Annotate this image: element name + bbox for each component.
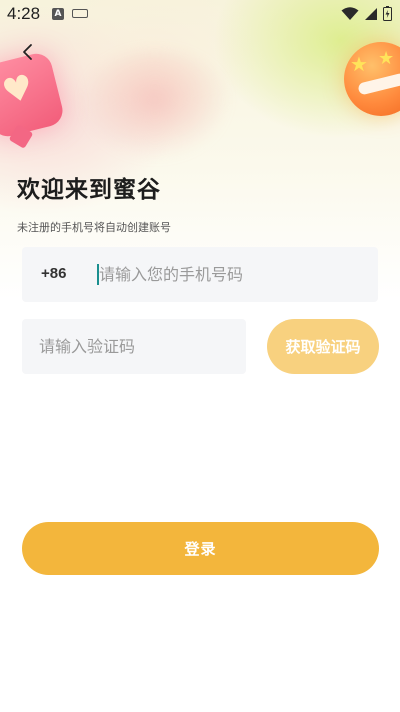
keyboard-icon	[72, 9, 88, 18]
decorative-blob	[80, 50, 230, 160]
phone-input[interactable]	[99, 257, 359, 291]
battery-charging-icon	[383, 6, 392, 21]
country-code[interactable]: +86	[41, 265, 66, 282]
verification-code-input[interactable]	[39, 329, 239, 363]
chevron-left-icon	[23, 44, 32, 60]
phone-field[interactable]: +86	[22, 247, 378, 302]
page-subtitle: 未注册的手机号将自动创建账号	[17, 221, 171, 234]
verification-code-field[interactable]	[22, 319, 246, 374]
wifi-icon	[341, 6, 359, 20]
a-accessibility-icon: A	[52, 8, 64, 20]
status-time: 4:28	[7, 4, 41, 23]
status-bar: 4:28 A	[0, 0, 400, 28]
back-button[interactable]	[14, 38, 42, 66]
login-button[interactable]: 登录	[22, 522, 379, 575]
cellular-signal-icon	[365, 7, 377, 20]
get-code-button[interactable]: 获取验证码	[267, 319, 379, 374]
page-title: 欢迎来到蜜谷	[17, 177, 161, 203]
